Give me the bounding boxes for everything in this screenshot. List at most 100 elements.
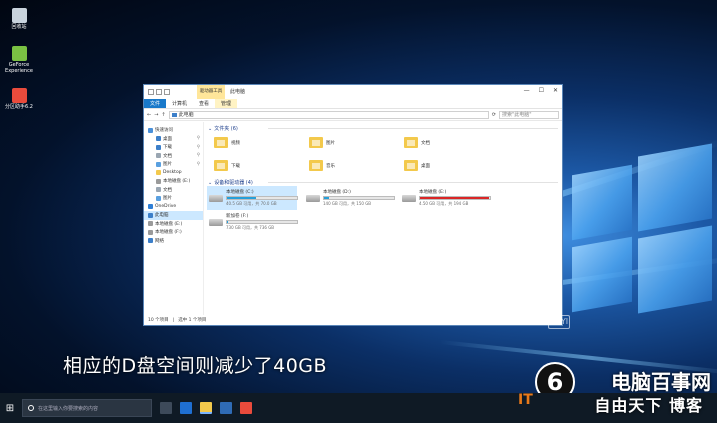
folder-downloads[interactable]: 下载 [214,160,240,171]
desktop-icon-partition-assistant[interactable]: 分区助手6.2 [2,88,36,110]
recycle-bin-icon [11,8,27,23]
drive-usage-bar [226,196,298,200]
drive-d[interactable]: 本地磁盘 (D:) 140 GB 可用，共 150 GB [304,186,395,210]
minimize-icon[interactable]: — [524,87,530,94]
sidebar-item-label: 网络 [155,238,164,244]
windows-logo [572,140,712,370]
folder-documents[interactable]: 文档 [404,137,430,148]
sidebar-item-9[interactable]: OneDrive [144,203,203,212]
sidebar-item-12[interactable]: 本地磁盘 (F:) [144,228,203,237]
nav-item-icon [148,221,153,227]
search-input[interactable]: 搜索"此电脑" [499,110,559,119]
back-icon[interactable]: ← [147,112,151,118]
close-icon[interactable]: ✕ [553,87,558,94]
sidebar-item-11[interactable]: 本地磁盘 (E:) [144,220,203,229]
nav-item-icon [156,170,161,176]
sidebar-item-label: 本地磁盘 (E:) [155,221,183,227]
drive-f[interactable]: 新加卷 (F:) 730 GB 可用，共 736 GB [207,210,298,234]
tab-computer[interactable]: 计算机 [166,99,193,108]
sidebar-item-1[interactable]: 桌面 ⚲ [144,135,203,144]
pictures-folder-icon [309,137,323,148]
explorer-window: 驱动器工具 此电脑 — ☐ ✕ 文件 计算机 查看 管理 ← → ↑ 此电脑 ⟳… [143,84,563,326]
sidebar-item-3[interactable]: 文档 ⚲ [144,152,203,161]
store-icon[interactable] [220,402,232,414]
sidebar-item-13[interactable]: 网络 [144,237,203,246]
drive-name: 本地磁盘 (E:) [419,190,447,195]
partition-assistant-taskbar-icon[interactable] [240,402,252,414]
folder-icon[interactable] [148,89,154,95]
status-separator: | [172,317,175,323]
drive-name: 本地磁盘 (D:) [323,190,351,195]
nav-item-icon [156,187,161,193]
folder-pictures[interactable]: 图片 [309,137,335,148]
desktop-icon-label: 回收站 [11,24,27,30]
sidebar-item-0[interactable]: 快速访问 [144,126,203,135]
video-subtitle: 相应的D盘空间则减少了40GB [63,355,328,377]
nav-item-icon [156,178,161,184]
desktop-icon-geforce[interactable]: GeForce Experience [2,46,36,74]
tab-file[interactable]: 文件 [144,99,167,108]
tab-manage[interactable]: 管理 [215,99,238,108]
drive-size: 730 GB 可用，共 736 GB [226,225,275,230]
drive-e[interactable]: 本地磁盘 (E:) 4.50 GB 可用，共 194 GB [400,186,491,210]
edge-icon[interactable] [180,402,192,414]
tab-view[interactable]: 查看 [193,99,215,108]
quick-access-toolbar [148,89,170,95]
folder-label: 文档 [421,140,430,146]
start-button[interactable]: ⊞ [0,403,20,414]
sidebar-item-2[interactable]: 下载 ⚲ [144,143,203,152]
sidebar-item-10[interactable]: 此电脑 [144,211,203,220]
folder-label: 视频 [231,140,240,146]
forward-icon[interactable]: → [154,112,158,118]
devices-group-header[interactable]: ⌄ 设备和驱动器 (4) [208,179,558,186]
desktop-icon-recycle-bin[interactable]: 回收站 [2,8,36,30]
folder-music[interactable]: 音乐 [309,160,335,171]
ribbon-tabs: 文件 计算机 查看 管理 [144,99,562,109]
partition-assistant-icon [11,88,27,103]
sidebar-item-6[interactable]: 本地磁盘 (E:) [144,177,203,186]
it-badge: IT [518,392,533,408]
new-folder-icon[interactable] [164,89,170,95]
maximize-icon[interactable]: ☐ [539,87,544,94]
sidebar-item-label: 本地磁盘 (F:) [155,230,182,236]
content-pane: ⌄ 文件夹 (6) 视频 图片 文档 下载 音乐 桌面 ⌄ 设备和驱动器 (4)… [204,122,562,315]
iqiyi-watermark: iQIYI [548,315,570,329]
computer-icon [171,112,177,117]
folder-desktop[interactable]: 桌面 [404,160,430,171]
divider [268,128,558,129]
folder-videos[interactable]: 视频 [214,137,240,148]
drive-size: 4.50 GB 可用，共 194 GB [419,201,469,206]
sidebar-item-label: Desktop [163,170,182,176]
drive-usage-fill [227,221,228,223]
sidebar-item-label: 文档 [163,153,172,159]
folder-label: 桌面 [421,163,430,169]
hard-drive-icon [402,194,416,202]
sidebar-item-label: 图片 [163,162,172,168]
sidebar-item-8[interactable]: 图片 [144,194,203,203]
pin-icon: ⚲ [196,153,200,159]
context-tab-drive-tools[interactable]: 驱动器工具 [197,85,225,99]
task-view-icon[interactable] [160,402,172,414]
drive-size: 140 GB 可用，共 150 GB [323,201,372,206]
chevron-down-icon: ⌄ [208,125,213,132]
up-icon[interactable]: ↑ [161,112,165,118]
sidebar-item-7[interactable]: 文档 [144,186,203,195]
address-bar[interactable]: 此电脑 [168,110,489,119]
drive-name: 新加卷 (F:) [226,214,249,219]
brand-subtitle: 自由天下 博客 [594,396,703,415]
properties-icon[interactable] [156,89,162,95]
refresh-icon[interactable]: ⟳ [492,112,496,118]
file-explorer-icon[interactable] [200,402,212,414]
pin-icon: ⚲ [196,136,200,142]
drive-usage-bar [226,220,298,224]
sidebar-item-5[interactable]: Desktop [144,169,203,178]
downloads-folder-icon [214,160,228,171]
folder-label: 音乐 [326,163,335,169]
sidebar-item-4[interactable]: 图片 ⚲ [144,160,203,169]
hard-drive-icon [209,218,223,226]
taskbar-search[interactable]: 在这里输入你要搜索的内容 [22,399,152,417]
address-row: ← → ↑ 此电脑 ⟳ 搜索"此电脑" [144,109,562,121]
drive-c[interactable]: 本地磁盘 (C:) 40.5 GB 可用，共 70.0 GB [207,186,298,210]
chevron-down-icon: ⌄ [208,179,213,186]
folders-group-header[interactable]: ⌄ 文件夹 (6) [208,125,558,132]
